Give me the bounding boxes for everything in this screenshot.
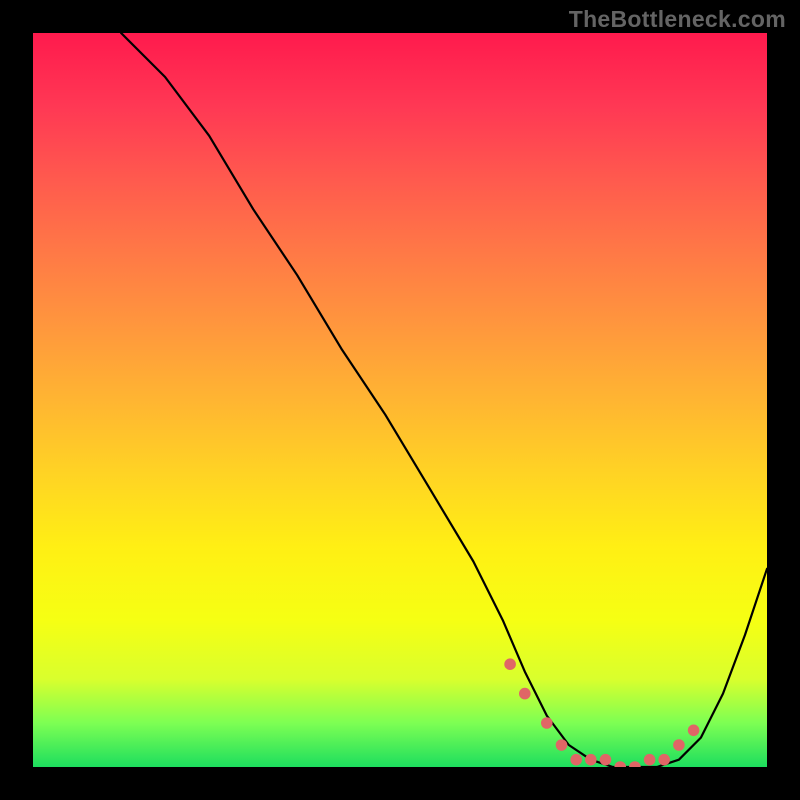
marker-dots: [504, 658, 699, 767]
watermark-text: TheBottleneck.com: [569, 6, 786, 33]
marker-dot: [644, 754, 656, 766]
chart-svg: [33, 33, 767, 767]
plot-area: [33, 33, 767, 767]
marker-dot: [688, 725, 700, 737]
marker-dot: [600, 754, 612, 766]
bottleneck-curve: [121, 33, 767, 767]
marker-dot: [673, 739, 685, 751]
chart-frame: TheBottleneck.com: [0, 0, 800, 800]
marker-dot: [585, 754, 597, 766]
marker-dot: [570, 754, 582, 766]
marker-dot: [556, 739, 568, 751]
marker-dot: [629, 761, 641, 767]
marker-dot: [504, 658, 516, 670]
marker-dot: [541, 717, 553, 729]
marker-dot: [519, 688, 531, 700]
marker-dot: [614, 761, 626, 767]
marker-dot: [658, 754, 670, 766]
